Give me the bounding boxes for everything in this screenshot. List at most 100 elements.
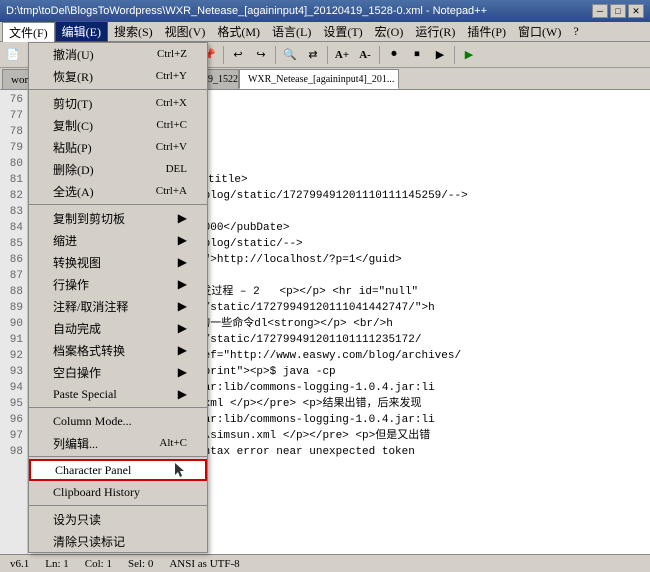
line-num-89: 89 (0, 300, 27, 316)
delete-label: 删除(D) (53, 161, 94, 178)
whitespace-label: 空白操作 (53, 364, 101, 381)
line-num-92: 92 (0, 348, 27, 364)
menu-item-edit[interactable]: 编辑(E) (55, 21, 108, 42)
menu-delete[interactable]: 删除(D) DEL (29, 158, 207, 180)
clearreadonly-label: 清除只读标记 (53, 533, 125, 550)
encoding-indicator: ANSI as UTF-8 (165, 558, 243, 570)
indent-label: 缩进 (53, 232, 77, 249)
line-num-91: 91 (0, 332, 27, 348)
cut-label: 剪切(T) (53, 95, 92, 112)
menu-item-help[interactable]: ? (567, 23, 584, 40)
selectall-label: 全选(A) (53, 183, 94, 200)
edit-menu: 撤消(U) Ctrl+Z 恢复(R) Ctrl+Y 剪切(T) Ctrl+X 复… (28, 42, 208, 553)
line-num-90: 90 (0, 316, 27, 332)
line-num-97: 97 (0, 428, 27, 444)
line-num-77: 77 (0, 108, 27, 124)
toolbar-separator-6 (379, 46, 380, 64)
macro-stop-button[interactable]: ⏹ (406, 44, 428, 66)
whitespace-arrow: ▶ (178, 365, 187, 380)
paste-shortcut: Ctrl+V (156, 141, 187, 153)
line-num-82: 82 (0, 188, 27, 204)
autocomplete-label: 自动完成 (53, 320, 101, 337)
zoom-out-button[interactable]: A- (354, 44, 376, 66)
columnedit-label: 列编辑... (53, 435, 98, 452)
status-bar: v6.1 Ln: 1 Col: 1 Sel: 0 ANSI as UTF-8 (0, 554, 650, 572)
undo-button[interactable]: ↩ (227, 44, 249, 66)
macro-record-button[interactable]: ⏺ (383, 44, 405, 66)
menu-clipboard-history[interactable]: Clipboard History (29, 481, 207, 503)
line-num-96: 96 (0, 412, 27, 428)
menu-item-settings[interactable]: 设置(T) (317, 22, 368, 41)
new-button[interactable]: 📄 (2, 44, 24, 66)
menu-item-search[interactable]: 搜索(S) (108, 22, 159, 41)
paste-label: 粘贴(P) (53, 139, 92, 156)
sel-indicator: Sel: 0 (124, 558, 157, 570)
tab-wxr-netease[interactable]: WXR_Netease_[againinput4]_201... (239, 69, 399, 89)
menu-fileformat[interactable]: 档案格式转换 ▶ (29, 339, 207, 361)
menu-item-plugins[interactable]: 插件(P) (461, 22, 512, 41)
title-buttons[interactable]: ─ □ ✕ (592, 4, 644, 18)
indent-arrow: ▶ (178, 233, 187, 248)
lineops-label: 行操作 (53, 276, 89, 293)
menu-item-view[interactable]: 视图(V) (159, 22, 212, 41)
run-button[interactable]: ▶ (458, 44, 480, 66)
menu-redo[interactable]: 恢复(R) Ctrl+Y (29, 65, 207, 87)
line-indicator: Ln: 1 (41, 558, 73, 570)
menu-whitespace[interactable]: 空白操作 ▶ (29, 361, 207, 383)
menu-copytoclip[interactable]: 复制到剪切板 ▶ (29, 207, 207, 229)
menu-autocomplete[interactable]: 自动完成 ▶ (29, 317, 207, 339)
maximize-button[interactable]: □ (610, 4, 626, 18)
menu-clearreadonly[interactable]: 清除只读标记 (29, 530, 207, 552)
replace-button[interactable]: ⇄ (302, 44, 324, 66)
menu-character-panel[interactable]: Character Panel (29, 459, 207, 481)
separator-2 (29, 204, 207, 205)
undo-shortcut: Ctrl+Z (157, 48, 187, 60)
version-label: v6.1 (6, 558, 33, 570)
line-num-85: 85 (0, 236, 27, 252)
menu-columnmode[interactable]: Column Mode... (29, 410, 207, 432)
line-num-87: 87 (0, 268, 27, 284)
menu-paste[interactable]: 粘贴(P) Ctrl+V (29, 136, 207, 158)
close-button[interactable]: ✕ (628, 4, 644, 18)
autocomplete-arrow: ▶ (178, 321, 187, 336)
menu-item-window[interactable]: 窗口(W) (512, 22, 567, 41)
find-button[interactable]: 🔍 (279, 44, 301, 66)
menu-undo[interactable]: 撤消(U) Ctrl+Z (29, 43, 207, 65)
line-num-76: 76 (0, 92, 27, 108)
toolbar-separator-4 (275, 46, 276, 64)
separator-3 (29, 407, 207, 408)
line-num-88: 88 (0, 284, 27, 300)
title-bar: D:\tmp\toDel\BlogsToWordpress\WXR_Neteas… (0, 0, 650, 22)
menu-selectall[interactable]: 全选(A) Ctrl+A (29, 180, 207, 202)
menu-item-run[interactable]: 运行(R) (409, 22, 461, 41)
menu-bar: 文件(F) 编辑(E) 搜索(S) 视图(V) 格式(M) 语言(L) 设置(T… (0, 22, 650, 42)
minimize-button[interactable]: ─ (592, 4, 608, 18)
copy-label: 复制(C) (53, 117, 93, 134)
line-num-83: 83 (0, 204, 27, 220)
menu-readonly[interactable]: 设为只读 (29, 508, 207, 530)
menu-indent[interactable]: 缩进 ▶ (29, 229, 207, 251)
menu-item-language[interactable]: 语言(L) (266, 22, 317, 41)
zoom-in-button[interactable]: A+ (331, 44, 353, 66)
menu-pastespecial[interactable]: Paste Special ▶ (29, 383, 207, 405)
line-num-84: 84 (0, 220, 27, 236)
toolbar-separator-5 (327, 46, 328, 64)
menu-item-macro[interactable]: 宏(O) (369, 22, 410, 41)
menu-lineops[interactable]: 行操作 ▶ (29, 273, 207, 295)
line-num-78: 78 (0, 124, 27, 140)
menu-convertview[interactable]: 转换视图 ▶ (29, 251, 207, 273)
menu-comment[interactable]: 注释/取消注释 ▶ (29, 295, 207, 317)
menu-cut[interactable]: 剪切(T) Ctrl+X (29, 92, 207, 114)
menu-item-format[interactable]: 格式(M) (211, 22, 266, 41)
lineops-arrow: ▶ (178, 277, 187, 292)
col-indicator: Col: 1 (81, 558, 116, 570)
line-num-86: 86 (0, 252, 27, 268)
line-num-93: 93 (0, 364, 27, 380)
menu-columnedit[interactable]: 列编辑... Alt+C (29, 432, 207, 454)
cut-shortcut: Ctrl+X (156, 97, 187, 109)
menu-copy[interactable]: 复制(C) Ctrl+C (29, 114, 207, 136)
redo-button[interactable]: ↪ (250, 44, 272, 66)
undo-label: 撤消(U) (53, 46, 94, 63)
menu-item-file[interactable]: 文件(F) (2, 22, 55, 42)
macro-play-button[interactable]: ▶ (429, 44, 451, 66)
